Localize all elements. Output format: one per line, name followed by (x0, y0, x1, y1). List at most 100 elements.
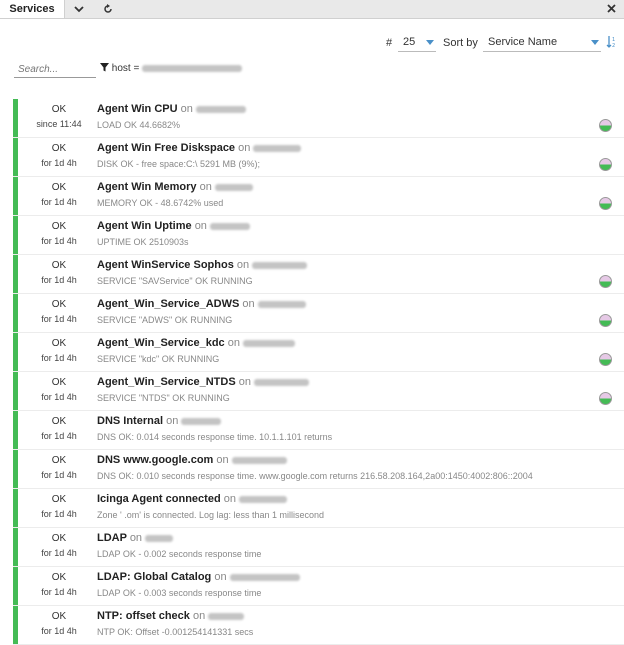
redacted-host (142, 64, 243, 72)
plugin-output: NTP OK: Offset -0.001254141331 secs (97, 627, 254, 637)
plugin-output: DISK OK - free space:C:\ 5291 MB (9%); (97, 159, 261, 169)
host-prefix: on (216, 454, 229, 466)
redacted-host (208, 612, 245, 620)
table-row[interactable]: OK for 1d 4h DNS Internal on DNS OK: 0.014… (13, 411, 624, 450)
perfdata-pie-icon (599, 158, 612, 171)
host-prefix: on (199, 181, 212, 193)
table-row[interactable]: OK for 1d 4h Agent Win Memory on MEMORY OK… (13, 177, 624, 216)
state-duration: for 1d 4h (41, 392, 77, 402)
perfdata-pie-icon (599, 314, 612, 327)
state-duration: for 1d 4h (41, 431, 77, 441)
host-prefix: on (166, 415, 179, 427)
host-prefix: on (223, 493, 236, 505)
service-name-text: Agent_Win_Service_kdc (97, 337, 225, 349)
svg-text:2: 2 (612, 43, 615, 49)
state-duration: since 11:44 (36, 119, 82, 129)
refresh-icon[interactable] (103, 0, 113, 18)
table-row[interactable]: OK for 1d 4h Agent_Win_Service_ADWS on SER… (13, 294, 624, 333)
redacted-host (195, 105, 246, 113)
tab-bar: Services (0, 0, 624, 19)
plugin-output: DNS OK: 0.014 seconds response time. 10.… (97, 432, 333, 442)
plugin-output: MEMORY OK - 48.6742% used (97, 198, 224, 208)
state-label: OK (51, 104, 67, 115)
state-label: OK (51, 182, 67, 193)
state-duration: for 1d 4h (41, 236, 77, 246)
limit-select[interactable]: 25 (398, 34, 436, 52)
filter-text: host = (111, 63, 140, 74)
plugin-output: DNS OK: 0.010 seconds response time. www… (97, 471, 533, 481)
tab-services[interactable]: Services (0, 0, 65, 18)
service-name[interactable]: Agent Win Memory on (97, 181, 253, 193)
state-duration: for 1d 4h (41, 470, 77, 480)
table-row[interactable]: OK since 11:44 Agent Win CPU on LOAD OK 44… (13, 99, 624, 138)
service-name[interactable]: Icinga Agent connected on (97, 493, 288, 505)
service-name-text: Icinga Agent connected (97, 493, 221, 505)
service-name[interactable]: NTP: offset check on (97, 610, 245, 622)
sort-label: Sort by (443, 37, 478, 49)
table-row[interactable]: OK for 1d 4h Agent WinService Sophos on SE… (13, 255, 624, 294)
table-row[interactable]: OK for 1d 4h DNS www.google.com on DNS OK:… (13, 450, 624, 489)
state-duration: for 1d 4h (41, 548, 77, 558)
host-prefix: on (129, 532, 143, 544)
service-name[interactable]: LDAP on (97, 532, 174, 544)
state-label: OK (51, 299, 67, 310)
state-label: OK (51, 611, 67, 622)
table-row[interactable]: OK for 1d 4h Agent Win Uptime on UPTIME OK… (13, 216, 624, 255)
search-input[interactable]: Search... (14, 62, 96, 78)
host-prefix: on (194, 220, 207, 232)
list-controls: # 25 Sort by Service Name 12 (0, 34, 624, 52)
redacted-host (181, 417, 222, 425)
caret-down-icon (426, 40, 434, 45)
plugin-output: Zone ' .om' is connected. Log lag: less … (97, 510, 325, 520)
service-name[interactable]: Agent_Win_Service_NTDS on (97, 376, 310, 388)
table-row[interactable]: OK for 1d 4h Agent_Win_Service_kdc on SERV… (13, 333, 624, 372)
service-name[interactable]: DNS Internal on (97, 415, 222, 427)
perfdata-pie-icon (599, 275, 612, 288)
service-name[interactable]: Agent Win CPU on (97, 103, 246, 115)
service-name[interactable]: Agent_Win_Service_kdc on (97, 337, 296, 349)
sort-select[interactable]: Service Name (483, 34, 601, 52)
caret-down-icon (591, 40, 599, 45)
host-prefix: on (227, 337, 240, 349)
close-icon[interactable] (607, 0, 616, 18)
plugin-output: LDAP OK - 0.003 seconds response time (97, 588, 262, 598)
service-name-text: DNS Internal (97, 415, 164, 427)
filter-editor[interactable]: host = (100, 63, 243, 74)
state-label: OK (51, 338, 67, 349)
table-row[interactable]: OK for 1d 4h LDAP: Global Catalog on LDAP … (13, 567, 624, 606)
table-row[interactable]: OK for 1d 4h Agent Win Free Diskspace on D… (13, 138, 624, 177)
redacted-host (210, 222, 250, 230)
perfdata-pie-icon (599, 353, 612, 366)
service-name[interactable]: DNS www.google.com on (97, 454, 287, 466)
state-label: OK (51, 494, 67, 505)
redacted-host (252, 261, 308, 269)
sort-value: Service Name (488, 36, 558, 48)
table-row[interactable]: OK for 1d 4h NTP: offset check on NTP OK: … (13, 606, 624, 645)
plugin-output: LDAP OK - 0.002 seconds response time (97, 549, 262, 559)
table-row[interactable]: OK for 1d 4h Agent_Win_Service_NTDS on SER… (13, 372, 624, 411)
plugin-output: SERVICE "SAVService" OK RUNNING (97, 276, 253, 286)
state-duration: for 1d 4h (41, 197, 77, 207)
service-name[interactable]: Agent Win Uptime on (97, 220, 250, 232)
service-name-text: LDAP (97, 532, 127, 544)
service-name-text: Agent Win CPU (97, 103, 178, 115)
service-name[interactable]: Agent Win Free Diskspace on (97, 142, 302, 154)
limit-label: # (386, 37, 393, 49)
service-name-text: DNS www.google.com (97, 454, 214, 466)
chevron-down-icon[interactable] (74, 0, 84, 18)
service-name-text: Agent_Win_Service_ADWS (97, 298, 240, 310)
service-name[interactable]: Agent WinService Sophos on (97, 259, 308, 271)
redacted-host (239, 495, 288, 503)
redacted-host (254, 378, 310, 386)
host-prefix: on (180, 103, 193, 115)
state-label: OK (51, 416, 67, 427)
service-name[interactable]: LDAP: Global Catalog on (97, 571, 300, 583)
sort-direction-icon[interactable]: 12 (606, 35, 617, 52)
host-prefix: on (236, 259, 250, 271)
plugin-output: SERVICE "NTDS" OK RUNNING (97, 393, 230, 403)
plugin-output: SERVICE "ADWS" OK RUNNING (97, 315, 233, 325)
service-name[interactable]: Agent_Win_Service_ADWS on (97, 298, 306, 310)
table-row[interactable]: OK for 1d 4h Icinga Agent connected on Zon… (13, 489, 624, 528)
service-name-text: Agent Win Memory (97, 181, 197, 193)
table-row[interactable]: OK for 1d 4h LDAP on LDAP OK - 0.002 secon… (13, 528, 624, 567)
